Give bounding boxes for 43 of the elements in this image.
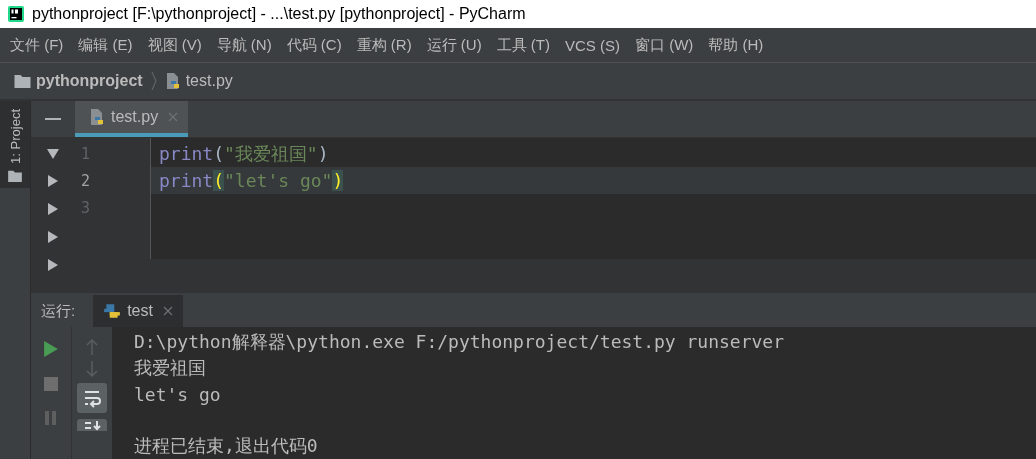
- expand-arrow-icon[interactable]: [48, 203, 58, 215]
- menu-item[interactable]: 重构 (R): [356, 35, 412, 55]
- breadcrumb-item[interactable]: test.py: [185, 72, 233, 90]
- soft-wrap-icon[interactable]: [77, 383, 107, 413]
- console-output-line: 我爱祖国: [134, 356, 206, 380]
- chevron-icon: [150, 71, 157, 91]
- editor-tab[interactable]: test.py: [75, 101, 189, 137]
- run-icon[interactable]: [44, 341, 58, 357]
- menu-item[interactable]: 文件 (F): [10, 35, 64, 55]
- pause-icon[interactable]: [45, 411, 57, 425]
- menu-item[interactable]: 导航 (N): [216, 35, 272, 55]
- menu-item[interactable]: 窗口 (W): [635, 35, 694, 55]
- up-arrow-icon[interactable]: [86, 339, 98, 355]
- project-tool-button[interactable]: 1: Project: [0, 101, 30, 188]
- console-output-line: 进程已结束,退出代码0: [134, 434, 318, 458]
- menu-item[interactable]: VCS (S): [565, 36, 620, 54]
- line-number: 2: [81, 171, 91, 190]
- menu-item[interactable]: 帮助 (H): [708, 35, 764, 55]
- sort-icon[interactable]: [77, 419, 107, 431]
- run-tab[interactable]: test: [93, 295, 183, 327]
- menu-item[interactable]: 视图 (V): [147, 35, 202, 55]
- folder-icon: [14, 74, 31, 88]
- menu-item[interactable]: 运行 (U): [426, 35, 482, 55]
- collapse-arrow-icon[interactable]: [47, 149, 59, 159]
- menu-item[interactable]: 编辑 (E): [78, 35, 133, 55]
- app-logo-icon: [8, 6, 24, 22]
- expand-arrow-icon[interactable]: [48, 175, 58, 187]
- down-arrow-icon[interactable]: [86, 361, 98, 377]
- menu-item[interactable]: 工具 (T): [496, 35, 550, 55]
- run-label: 运行:: [40, 301, 77, 321]
- window-title: pythonproject [F:\pythonproject] - ...\test.py [pythonproject] - PyCharm: [32, 5, 526, 23]
- expand-arrow-icon[interactable]: [48, 259, 58, 271]
- python-icon: [103, 302, 122, 320]
- console-output-line: let's go: [134, 383, 221, 405]
- breadcrumb-item[interactable]: pythonproject: [36, 72, 143, 90]
- expand-arrow-icon[interactable]: [48, 231, 58, 243]
- code-line: print("我爱祖国"): [158, 141, 330, 166]
- console-output-line: D:\python解释器\python.exe F:/pythonproject/test.py runserver: [134, 330, 785, 354]
- python-file-icon: [89, 108, 105, 126]
- python-file-icon: [164, 72, 181, 90]
- menu-item[interactable]: 代码 (C): [286, 35, 342, 55]
- close-icon[interactable]: [162, 306, 173, 316]
- folder-icon: [8, 169, 22, 182]
